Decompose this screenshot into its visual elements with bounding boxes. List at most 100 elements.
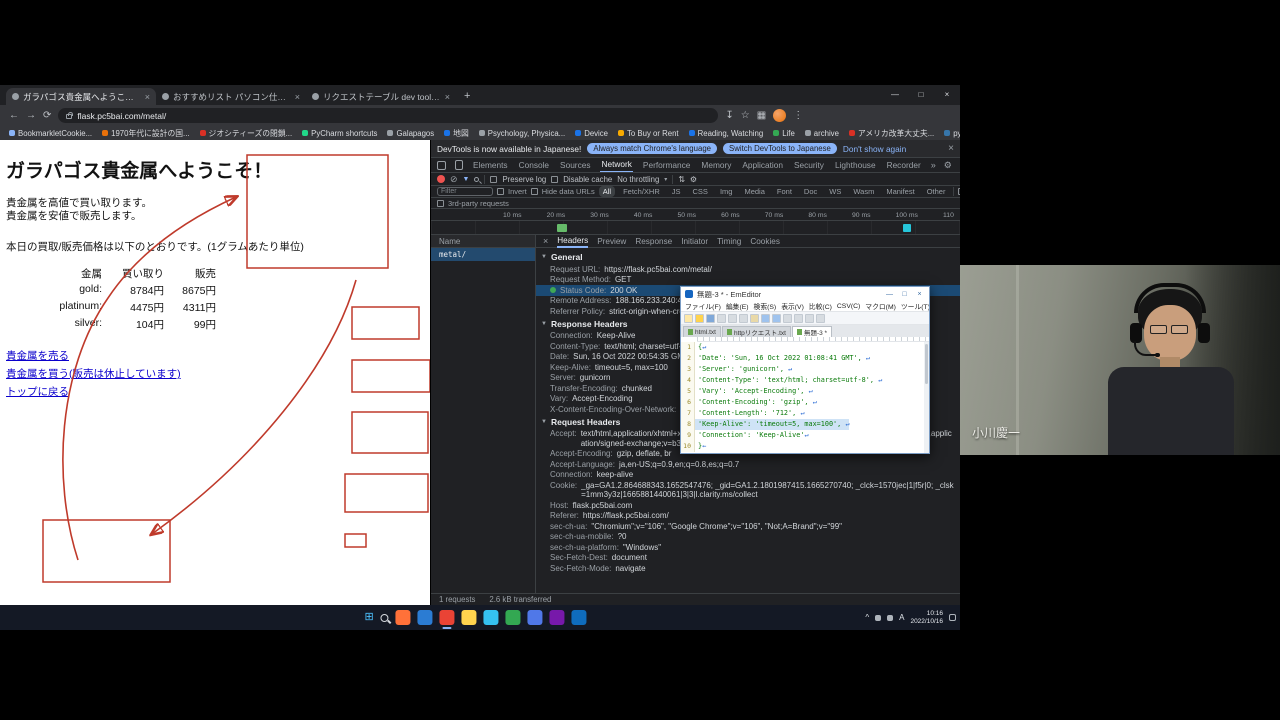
toolbar-icon-print[interactable]	[717, 314, 726, 323]
profile-avatar[interactable]	[773, 109, 786, 122]
toolbar-icon-cut[interactable]	[728, 314, 737, 323]
taskbar-app-icon-store[interactable]	[572, 610, 587, 625]
dont-show-again-button[interactable]: Don't show again	[843, 144, 906, 154]
new-tab-button[interactable]: +	[464, 90, 470, 102]
network-settings-gear-icon[interactable]: ⚙	[690, 175, 697, 184]
bookmark-item[interactable]: Galapagos	[387, 129, 434, 138]
page-link[interactable]: 貴金属を売る	[6, 348, 69, 363]
page-link[interactable]: 貴金属を買う(販売は休止しています)	[6, 366, 181, 381]
toolbar-icon-save[interactable]	[706, 314, 715, 323]
third-party-label[interactable]: 3rd-party requests	[448, 199, 509, 208]
menu-item[interactable]: 編集(E)	[726, 301, 749, 311]
device-toolbar-icon[interactable]	[455, 160, 463, 170]
filter-chip[interactable]: Doc	[800, 186, 821, 197]
bookmark-item[interactable]: BookmarkletCookie...	[9, 129, 92, 138]
has-blocked-cookies-checkbox[interactable]	[958, 188, 960, 195]
network-tray-icon[interactable]	[875, 615, 881, 621]
infobar-close-icon[interactable]: ×	[948, 143, 954, 154]
ime-mode-indicator[interactable]: A	[899, 613, 904, 622]
close-details-icon[interactable]: ×	[543, 236, 548, 246]
details-tab[interactable]: Preview	[597, 236, 626, 247]
menu-item[interactable]: 検索(S)	[754, 301, 777, 311]
clear-icon[interactable]: ⊘	[450, 174, 458, 185]
emeditor-maximize-button[interactable]: □	[899, 291, 910, 298]
hide-data-urls-checkbox[interactable]	[531, 188, 538, 195]
bookmark-item[interactable]: Reading, Watching	[689, 129, 764, 138]
filter-chip[interactable]: Font	[773, 186, 796, 197]
import-export-icon[interactable]: ⇅	[678, 175, 685, 184]
page-link[interactable]: トップに戻る	[6, 384, 69, 399]
taskbar-app-icon-edge[interactable]	[484, 610, 499, 625]
inspect-element-icon[interactable]	[437, 161, 446, 170]
reload-icon[interactable]: ⟳	[43, 110, 51, 121]
url-field[interactable]: flask.pc5bai.com/metal/	[58, 108, 718, 123]
extensions-icon[interactable]: ▦	[757, 110, 766, 121]
tab-close-icon[interactable]: ×	[295, 92, 300, 102]
filter-chip[interactable]: JS	[668, 186, 685, 197]
devtools-tab[interactable]: Elements	[472, 158, 509, 172]
taskbar-app-icon-mail[interactable]	[418, 610, 433, 625]
details-tab[interactable]: Cookies	[750, 236, 780, 247]
emeditor-scrollbar[interactable]	[924, 342, 929, 453]
close-button[interactable]: ×	[934, 85, 960, 105]
notification-center-icon[interactable]	[949, 614, 956, 621]
browser-tab[interactable]: リクエストテーブル dev tools 表示さ... ×	[306, 88, 456, 105]
match-language-button[interactable]: Always match Chrome's language	[587, 143, 717, 154]
third-party-checkbox[interactable]	[437, 200, 444, 207]
filter-chip[interactable]: Wasm	[849, 186, 878, 197]
tray-overflow-chevron-icon[interactable]: ^	[865, 613, 869, 622]
filter-chip[interactable]: WS	[825, 186, 845, 197]
record-icon[interactable]	[437, 175, 445, 183]
details-tab[interactable]: Timing	[717, 236, 741, 247]
name-column-header[interactable]: Name	[431, 235, 535, 248]
emeditor-minimize-button[interactable]: —	[884, 291, 895, 298]
taskbar-app-icon-firefox[interactable]	[396, 610, 411, 625]
bookmark-item[interactable]: Life	[773, 129, 795, 138]
more-tabs-icon[interactable]: »	[931, 160, 936, 171]
toolbar-icon-new[interactable]	[684, 314, 693, 323]
emeditor-text-area[interactable]: 1 {↵ 2 'Date': 'Sun, 16 Oct 2022 01:08:4…	[681, 342, 929, 453]
devtools-tab[interactable]: Performance	[642, 158, 692, 172]
general-section-header[interactable]: ▼ General	[536, 250, 960, 264]
taskbar-app-icon-discord[interactable]	[528, 610, 543, 625]
devtools-tab[interactable]: Memory	[700, 158, 732, 172]
toolbar-icon-paste[interactable]	[750, 314, 759, 323]
volume-tray-icon[interactable]	[887, 615, 893, 621]
filter-chip[interactable]: CSS	[689, 186, 712, 197]
tab-close-icon[interactable]: ×	[145, 92, 150, 102]
details-tab[interactable]: Headers	[557, 235, 588, 248]
browser-tab[interactable]: おすすめリスト パソコン仕事５倍術... ×	[156, 88, 306, 105]
switch-japanese-button[interactable]: Switch DevTools to Japanese	[723, 143, 837, 154]
filter-chip[interactable]: Manifest	[882, 186, 918, 197]
menu-icon[interactable]: ⋮	[793, 110, 803, 121]
maximize-button[interactable]: □	[908, 85, 934, 105]
taskbar-clock[interactable]: 10:16 2022/10/16	[910, 610, 943, 625]
emeditor-title-bar[interactable]: 無題-3 * - EmEditor — □ ×	[681, 287, 929, 301]
emeditor-close-button[interactable]: ×	[914, 291, 925, 298]
filter-chip[interactable]: Media	[740, 186, 768, 197]
preserve-log-checkbox[interactable]	[490, 176, 497, 183]
bookmark-item[interactable]: Device	[575, 129, 608, 138]
filter-chip[interactable]: Img	[716, 186, 737, 197]
devtools-tab[interactable]: Lighthouse	[834, 158, 877, 172]
download-icon[interactable]: ↧	[725, 110, 733, 121]
menu-item[interactable]: 表示(V)	[781, 301, 804, 311]
taskbar-app-icon-explorer[interactable]	[462, 610, 477, 625]
toolbar-icon-open[interactable]	[695, 314, 704, 323]
menu-item[interactable]: ファイル(F)	[685, 301, 721, 311]
back-icon[interactable]: ←	[9, 110, 19, 121]
taskbar-app-icon-chrome[interactable]	[440, 610, 455, 625]
details-tab[interactable]: Response	[635, 236, 672, 247]
taskbar-app-icon-onenote[interactable]	[550, 610, 565, 625]
bookmark-item[interactable]: archive	[805, 129, 839, 138]
invert-label[interactable]: Invert	[508, 187, 527, 196]
toolbar-icon-sort[interactable]	[805, 314, 814, 323]
disable-cache-checkbox[interactable]	[551, 176, 558, 183]
bookmark-item[interactable]: Psychology, Physica...	[479, 129, 565, 138]
details-tab[interactable]: Initiator	[681, 236, 708, 247]
settings-gear-icon[interactable]: ⚙	[944, 160, 952, 171]
toolbar-icon-copy[interactable]	[739, 314, 748, 323]
devtools-tab[interactable]: Network	[600, 158, 632, 173]
devtools-tab[interactable]: Recorder	[886, 158, 922, 172]
preserve-log-label[interactable]: Preserve log	[502, 175, 546, 184]
